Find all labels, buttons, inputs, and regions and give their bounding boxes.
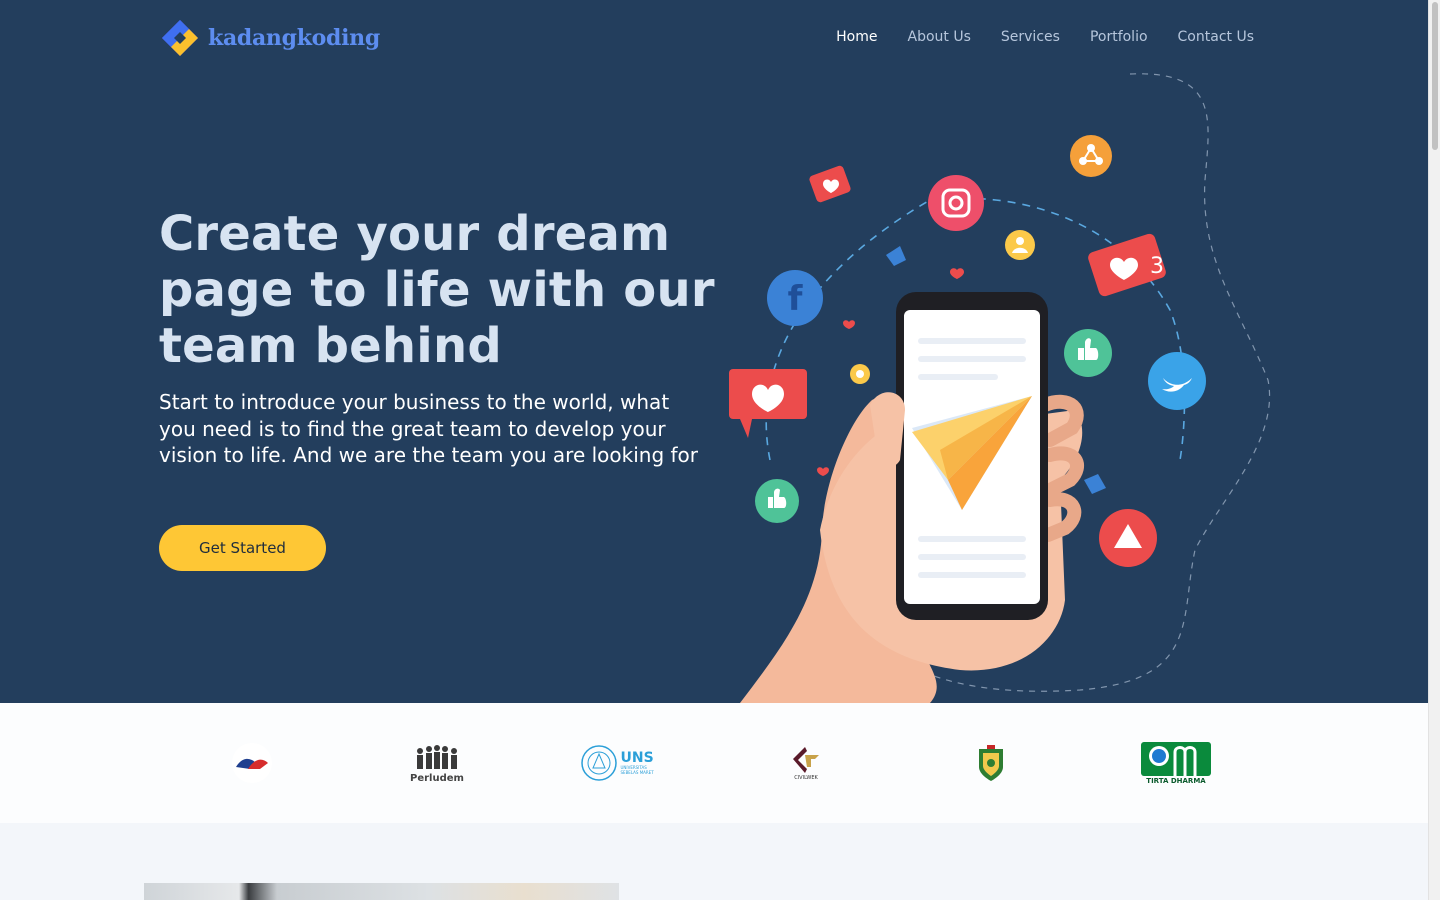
notification-count: 3 bbox=[1150, 254, 1164, 279]
like-hand-blue-1 bbox=[886, 246, 906, 266]
uns-subtext: UNIVERSITAS SEBELAS MARET bbox=[620, 765, 654, 775]
heart-bubble-small-icon bbox=[809, 165, 851, 203]
nav-home[interactable]: Home bbox=[836, 28, 877, 46]
small-heart-1 bbox=[950, 268, 964, 279]
logo-diamond-icon bbox=[162, 20, 198, 56]
client-uns: UNS UNIVERSITAS SEBELAS MARET bbox=[578, 738, 666, 788]
page-scrollbar[interactable] bbox=[1428, 0, 1440, 900]
scrollbar-thumb[interactable] bbox=[1432, 2, 1438, 150]
small-heart-3 bbox=[817, 467, 829, 476]
client-logo-1-icon bbox=[232, 743, 272, 783]
nav-about-us[interactable]: About Us bbox=[908, 28, 971, 46]
thumbs-up-icon-2 bbox=[755, 479, 799, 523]
nav-contact-us[interactable]: Contact Us bbox=[1178, 28, 1254, 46]
civil-work-icon bbox=[793, 747, 819, 773]
user-icon bbox=[1005, 230, 1035, 260]
uns-seal-icon bbox=[580, 745, 617, 781]
share-icon bbox=[1070, 135, 1112, 177]
heart-bubble-large-icon bbox=[729, 369, 807, 438]
civil-work-text: CIVILWEK bbox=[794, 775, 818, 781]
tirta-dharma-icon bbox=[1141, 741, 1211, 776]
get-started-button[interactable]: Get Started bbox=[159, 525, 326, 571]
tirta-dharma-text: TIRTA DHARMA bbox=[1146, 776, 1206, 785]
client-tirta-dharma: TIRTA DHARMA bbox=[1138, 738, 1214, 788]
perludem-text: Perludem bbox=[410, 772, 464, 784]
about-image bbox=[144, 883, 619, 900]
nav-services[interactable]: Services bbox=[1001, 28, 1060, 46]
thumbs-up-icon bbox=[1064, 329, 1112, 377]
pin-icon bbox=[850, 364, 870, 384]
hero-subtext: Start to introduce your business to the … bbox=[159, 390, 699, 467]
client-perludem: Perludem bbox=[406, 738, 468, 788]
client-logo-1 bbox=[222, 738, 282, 788]
brand-logo[interactable]: kadangkoding bbox=[160, 18, 380, 58]
like-notification-icon: 3 bbox=[1088, 233, 1166, 297]
main-nav: Home About Us Services Portfolio Contact… bbox=[836, 28, 1254, 46]
uns-text: UNS bbox=[620, 750, 654, 766]
nav-portfolio[interactable]: Portfolio bbox=[1090, 28, 1148, 46]
hero-section: kadangkoding Home About Us Services Port… bbox=[0, 0, 1428, 703]
hero-headline: Create your dream page to life with our … bbox=[159, 206, 715, 374]
svg-text:f: f bbox=[788, 279, 804, 319]
government-seal-icon bbox=[979, 745, 1003, 781]
brand-name: kadangkoding bbox=[208, 25, 380, 51]
youtube-icon bbox=[1099, 509, 1157, 567]
client-civil-work: CIVILWEK bbox=[784, 738, 828, 788]
small-heart-2 bbox=[843, 320, 855, 329]
clients-strip: Perludem UNS UNIVERSITAS SEBELAS MARET C… bbox=[0, 703, 1428, 823]
facebook-icon: f bbox=[767, 270, 823, 326]
twitter-icon bbox=[1148, 352, 1206, 410]
like-hand-blue-2 bbox=[1084, 474, 1106, 494]
about-section bbox=[0, 823, 1428, 900]
client-government-seal bbox=[970, 738, 1012, 788]
perludem-people-icon bbox=[417, 744, 457, 769]
hero-illustration: f 3 bbox=[729, 73, 1271, 703]
instagram-icon bbox=[928, 175, 984, 231]
